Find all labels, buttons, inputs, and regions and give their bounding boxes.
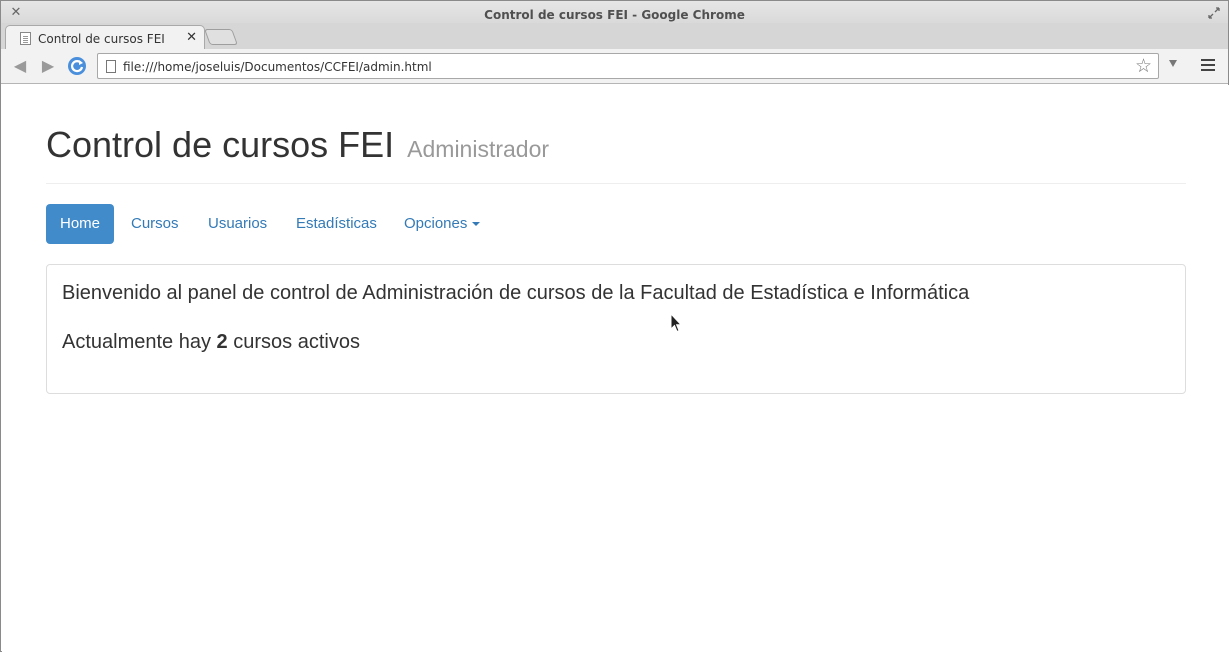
page-icon (106, 60, 116, 73)
browser-toolbar: ◀ ▶ file:///home/joseluis/Documentos/CCF… (1, 49, 1228, 84)
window-maximize-icon[interactable] (1208, 7, 1220, 19)
nav-item-cursos[interactable]: Cursos (116, 204, 194, 244)
page-title: Control de cursos FEI Administrador (46, 125, 1186, 169)
new-tab-button[interactable] (204, 29, 238, 45)
back-icon[interactable]: ◀ (11, 58, 29, 74)
dropdown-arrow-icon[interactable] (1169, 60, 1177, 67)
menu-icon[interactable] (1201, 59, 1215, 73)
reload-icon[interactable] (67, 56, 87, 76)
tab-title: Control de cursos FEI (38, 32, 165, 46)
active-courses-prefix: Actualmente hay (62, 331, 211, 353)
nav-item-usuarios[interactable]: Usuarios (193, 204, 282, 244)
nav-item-estadisticas[interactable]: Estadísticas (281, 204, 392, 244)
bookmark-star-icon[interactable]: ☆ (1135, 56, 1152, 76)
page-title-text: Control de cursos FEI (46, 124, 395, 165)
document-icon (20, 32, 31, 45)
tab-control-de-cursos[interactable]: Control de cursos FEI ✕ (5, 25, 205, 50)
tab-strip: Control de cursos FEI ✕ (1, 23, 1228, 50)
active-courses-count: 2 (216, 331, 228, 353)
page-content: Control de cursos FEI Administrador Home… (2, 85, 1229, 652)
welcome-text: Bienvenido al panel de control de Admini… (62, 282, 970, 304)
nav-item-opciones-label: Opciones (404, 215, 468, 232)
address-url[interactable]: file:///home/joseluis/Documentos/CCFEI/a… (123, 60, 432, 74)
nav-item-home[interactable]: Home (46, 204, 114, 244)
forward-icon[interactable]: ▶ (39, 58, 57, 74)
caret-down-icon (472, 222, 481, 227)
address-bar[interactable]: file:///home/joseluis/Documentos/CCFEI/a… (97, 53, 1159, 79)
window-title: Control de cursos FEI - Google Chrome (484, 8, 745, 22)
browser-window: ✕ Control de cursos FEI - Google Chrome … (0, 0, 1229, 652)
page-header: Control de cursos FEI Administrador (46, 125, 1186, 184)
nav-item-opciones[interactable]: Opciones (389, 204, 495, 244)
page-subtitle: Administrador (407, 136, 550, 162)
active-courses-suffix: cursos activos (233, 331, 360, 353)
active-courses-text: Actualmente hay 2 cursos activos (62, 331, 360, 354)
mouse-pointer-icon (670, 313, 682, 333)
tab-close-icon[interactable]: ✕ (186, 30, 197, 45)
welcome-panel: Bienvenido al panel de control de Admini… (46, 264, 1186, 394)
